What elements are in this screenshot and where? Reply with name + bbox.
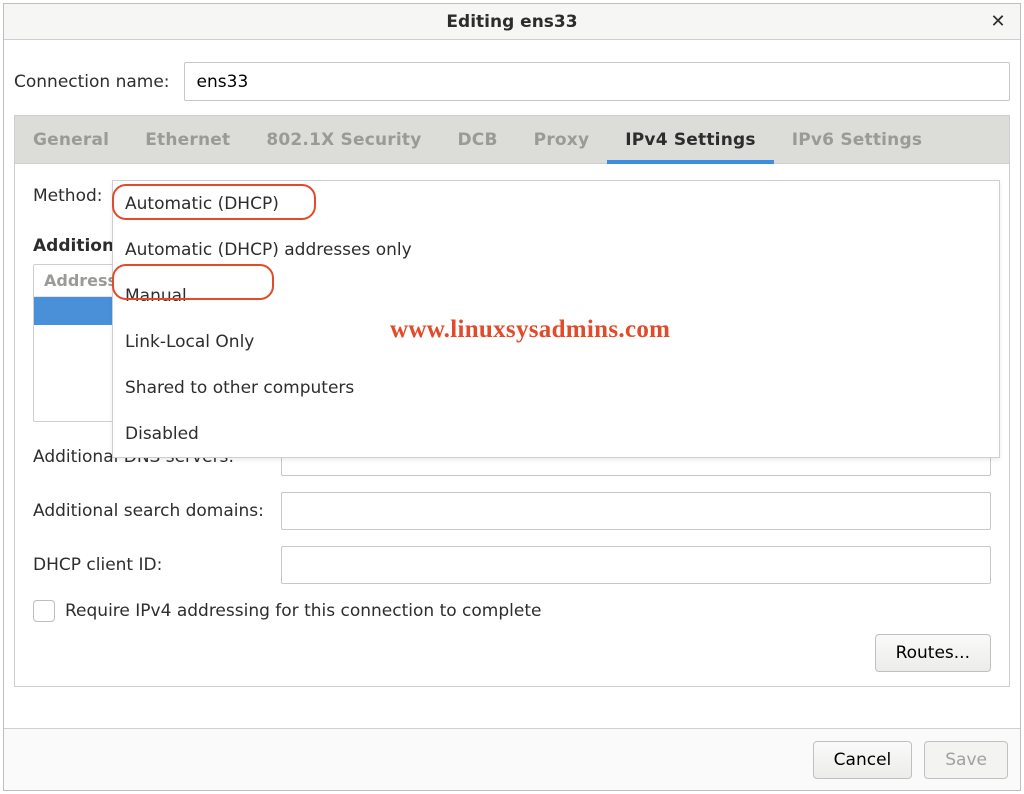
- require-ipv4-row: Require IPv4 addressing for this connect…: [33, 600, 991, 622]
- require-ipv4-label: Require IPv4 addressing for this connect…: [65, 601, 541, 621]
- method-label: Method:: [33, 186, 103, 206]
- tab-ipv4-settings[interactable]: IPv4 Settings: [607, 116, 773, 163]
- connection-name-label: Connection name:: [14, 72, 170, 92]
- dhcp-client-id-input[interactable]: [281, 546, 991, 584]
- window-title: Editing ens33: [446, 12, 577, 32]
- dhcp-client-id-row: DHCP client ID:: [33, 546, 991, 584]
- routes-button[interactable]: Routes...: [875, 634, 991, 672]
- cancel-button[interactable]: Cancel: [813, 741, 913, 779]
- titlebar: Editing ens33 ✕: [4, 4, 1020, 40]
- tab-8021x-security[interactable]: 802.1X Security: [248, 116, 439, 163]
- method-option-shared[interactable]: Shared to other computers: [113, 365, 999, 411]
- tab-general[interactable]: General: [15, 116, 127, 163]
- tab-dcb[interactable]: DCB: [440, 116, 516, 163]
- search-domains-label: Additional search domains:: [33, 501, 271, 521]
- require-ipv4-checkbox[interactable]: [33, 600, 55, 622]
- method-option-manual[interactable]: Manual: [113, 273, 999, 319]
- footer: Cancel Save: [4, 728, 1020, 790]
- connection-name-input[interactable]: [184, 62, 1010, 101]
- save-button: Save: [924, 741, 1008, 779]
- method-option-automatic-dhcp-addresses-only[interactable]: Automatic (DHCP) addresses only: [113, 227, 999, 273]
- close-icon[interactable]: ✕: [984, 4, 1012, 39]
- method-dropdown[interactable]: Automatic (DHCP) Automatic (DHCP) addres…: [112, 180, 1000, 458]
- tab-ethernet[interactable]: Ethernet: [127, 116, 248, 163]
- method-option-disabled[interactable]: Disabled: [113, 411, 999, 457]
- connection-name-row: Connection name:: [14, 58, 1010, 115]
- dhcp-client-id-label: DHCP client ID:: [33, 555, 271, 575]
- method-option-link-local-only[interactable]: Link-Local Only: [113, 319, 999, 365]
- method-option-automatic-dhcp[interactable]: Automatic (DHCP): [113, 181, 999, 227]
- search-domains-input[interactable]: [281, 492, 991, 530]
- search-domains-row: Additional search domains:: [33, 492, 991, 530]
- routes-row: Routes...: [33, 634, 991, 672]
- tabs: General Ethernet 802.1X Security DCB Pro…: [14, 115, 1010, 163]
- tab-proxy[interactable]: Proxy: [516, 116, 608, 163]
- tab-ipv6-settings[interactable]: IPv6 Settings: [774, 116, 940, 163]
